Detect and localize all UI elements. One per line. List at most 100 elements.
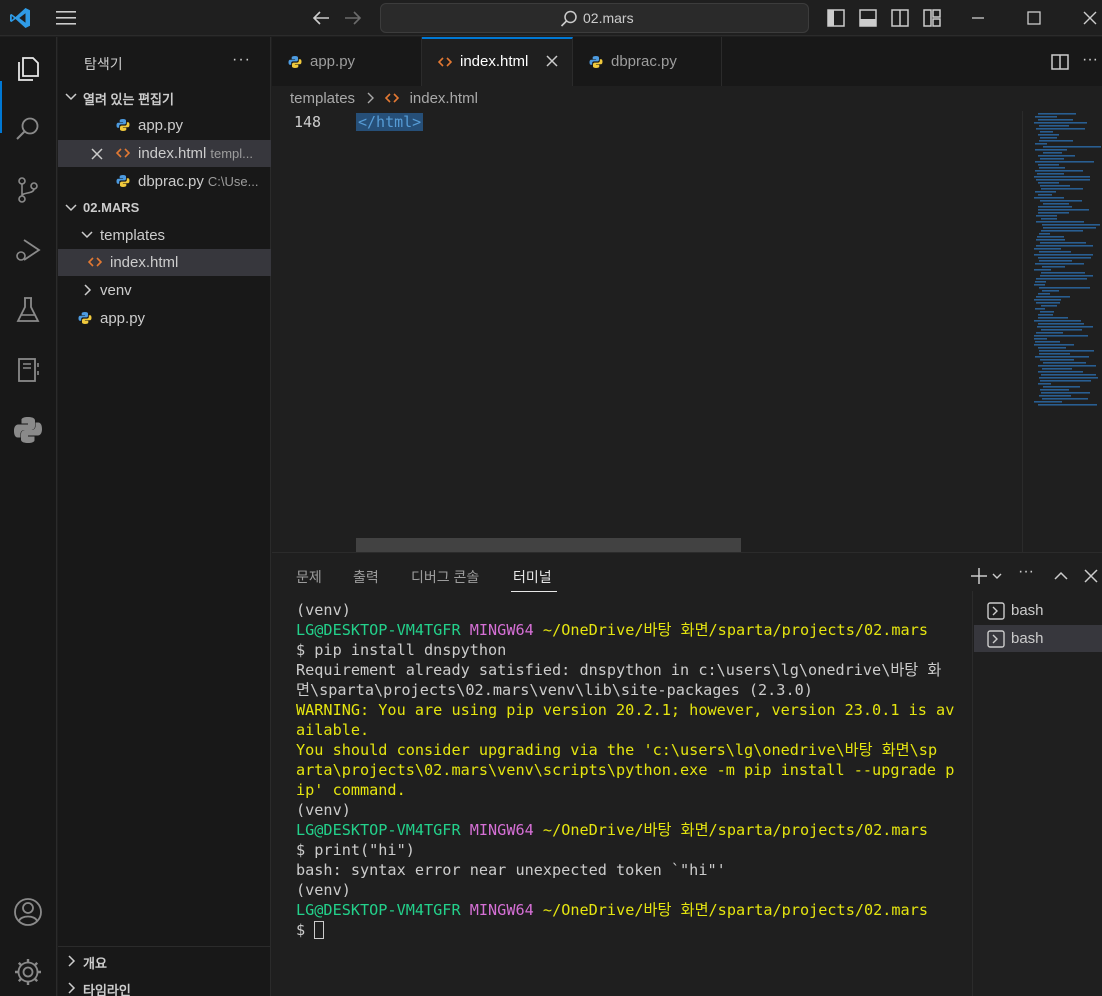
tab-terminal[interactable]: 터미널 <box>513 567 552 587</box>
settings-gear-icon[interactable] <box>12 956 44 988</box>
minimap-line <box>1035 356 1089 358</box>
maximize-panel-chevron-up-icon[interactable] <box>1050 565 1072 587</box>
file-index-html[interactable]: index.html <box>58 249 271 276</box>
minimap[interactable] <box>1032 111 1102 411</box>
notebook-icon[interactable] <box>12 354 44 386</box>
minimap-line <box>1036 221 1084 223</box>
tab-index-html[interactable]: index.html <box>422 37 573 86</box>
open-editors-label: 열려 있는 편집기 <box>83 92 174 107</box>
code-editor[interactable]: 148 </html> <box>272 111 1032 541</box>
toggle-primary-sidebar-icon[interactable] <box>826 8 846 28</box>
hamburger-menu-icon[interactable] <box>54 8 78 28</box>
chevron-right-icon <box>367 92 375 104</box>
minimap-line <box>1040 242 1086 244</box>
title-bar: 02.mars <box>0 0 1102 36</box>
minimap-line <box>1034 197 1064 199</box>
open-editors-section[interactable]: 열려 있는 편집기 <box>58 84 271 111</box>
panel-more-actions[interactable]: ··· <box>1018 563 1040 585</box>
forward-arrow-icon[interactable] <box>342 8 364 28</box>
minimap-line <box>1040 275 1093 277</box>
terminal-output[interactable]: (venv) LG@DESKTOP-VM4TGFR MINGW64 ~/OneD… <box>296 600 956 995</box>
open-editor-item-dbprac-py[interactable]: dbprac.py C:\Use... <box>58 168 271 195</box>
timeline-section[interactable]: 타임라인 <box>58 975 271 996</box>
run-and-debug-icon[interactable] <box>12 234 44 266</box>
chevron-down-icon <box>81 231 93 239</box>
html-file-icon <box>385 93 400 103</box>
toggle-panel-icon[interactable] <box>858 8 878 28</box>
vscode-logo-icon[interactable] <box>8 6 32 30</box>
terminal-icon <box>987 602 1005 620</box>
open-editor-item-app-py[interactable]: app.py <box>58 112 271 139</box>
minimap-line <box>1034 284 1045 286</box>
minimize-icon[interactable] <box>966 6 990 30</box>
minimap-line <box>1034 401 1062 403</box>
customize-layout-icon[interactable] <box>922 8 942 28</box>
horizontal-scrollbar[interactable] <box>356 538 741 552</box>
minimap-line <box>1040 389 1069 391</box>
html-file-icon <box>88 257 102 267</box>
workspace-section[interactable]: 02.MARS <box>58 195 271 222</box>
minimap-line <box>1034 299 1061 301</box>
terminal-command: $ pip install dnspython <box>296 641 507 659</box>
tab-label: app.py <box>310 53 356 70</box>
python-icon[interactable] <box>12 414 44 446</box>
terminal-path: ~/OneDrive/바탕 화면/sparta/projects/02.mars <box>542 901 928 919</box>
tab-app-py[interactable]: app.py <box>272 37 422 86</box>
minimap-line <box>1041 329 1082 331</box>
minimap-line <box>1039 260 1072 262</box>
minimap-line <box>1035 191 1056 193</box>
open-editor-item-index-html[interactable]: index.html templ... <box>58 140 271 167</box>
code-line[interactable]: </html> <box>356 113 424 131</box>
line-number: 148 <box>294 113 322 131</box>
close-editor-icon[interactable] <box>90 146 104 162</box>
explorer-icon[interactable] <box>12 53 44 85</box>
file-app-py[interactable]: app.py <box>58 305 271 332</box>
minimap-line <box>1039 140 1073 142</box>
source-control-icon[interactable] <box>12 174 44 206</box>
minimap-line <box>1036 278 1087 280</box>
open-editor-desc: C:\Use... <box>207 174 259 189</box>
minimap-line <box>1038 206 1072 208</box>
maximize-icon[interactable] <box>1022 6 1046 30</box>
search-icon[interactable] <box>12 113 44 145</box>
minimap-line <box>1039 350 1094 352</box>
split-editor-icon[interactable] <box>1050 52 1070 72</box>
chevron-down-icon[interactable] <box>990 565 1004 587</box>
close-window-icon[interactable] <box>1078 6 1102 30</box>
breadcrumb-item[interactable]: templates <box>290 90 355 107</box>
terminal-warning: ailable. <box>296 721 370 739</box>
testing-flask-icon[interactable] <box>12 294 44 326</box>
terminal-user: LG@DESKTOP-VM4TGFR <box>296 821 461 839</box>
open-editor-desc: templ... <box>210 146 253 161</box>
terminal-line: 면\sparta\projects\02.mars\venv\lib\site-… <box>296 681 813 699</box>
terminal-list-item[interactable]: bash <box>974 597 1102 624</box>
minimap-line <box>1038 257 1091 259</box>
sidebar-more-actions[interactable]: ··· <box>232 51 251 69</box>
tab-problems[interactable]: 문제 <box>296 567 322 587</box>
breadcrumb-item[interactable]: index.html <box>410 90 478 107</box>
folder-venv[interactable]: venv <box>58 277 271 304</box>
editor-more-actions[interactable]: ··· <box>1082 51 1098 69</box>
command-center-search[interactable]: 02.mars <box>380 3 809 33</box>
bottom-panel: 문제 출력 디버그 콘솔 터미널 ··· (venv) LG@DESKTOP-V… <box>272 552 1102 996</box>
toggle-secondary-sidebar-icon[interactable] <box>890 8 910 28</box>
close-panel-icon[interactable] <box>1080 565 1102 587</box>
chevron-down-icon <box>65 93 77 101</box>
terminal-list-item[interactable]: bash <box>974 625 1102 652</box>
minimap-line <box>1043 362 1086 364</box>
new-terminal-plus-icon[interactable] <box>968 565 990 587</box>
tab-output[interactable]: 출력 <box>353 567 379 587</box>
tab-dbprac-py[interactable]: dbprac.py <box>573 37 722 86</box>
minimap-line <box>1037 236 1064 238</box>
minimap-line <box>1038 371 1083 373</box>
minimap-line <box>1039 251 1071 253</box>
terminal-list: bash bash <box>972 591 1102 996</box>
outline-section[interactable]: 개요 <box>58 948 271 975</box>
close-tab-icon[interactable] <box>542 51 562 71</box>
back-arrow-icon[interactable] <box>310 8 332 28</box>
account-icon[interactable] <box>12 896 44 928</box>
tab-debug-console[interactable]: 디버그 콘솔 <box>411 567 479 587</box>
terminal-path: ~/OneDrive/바탕 화면/sparta/projects/02.mars <box>542 621 928 639</box>
divider <box>58 946 271 947</box>
folder-templates[interactable]: templates <box>58 222 271 249</box>
